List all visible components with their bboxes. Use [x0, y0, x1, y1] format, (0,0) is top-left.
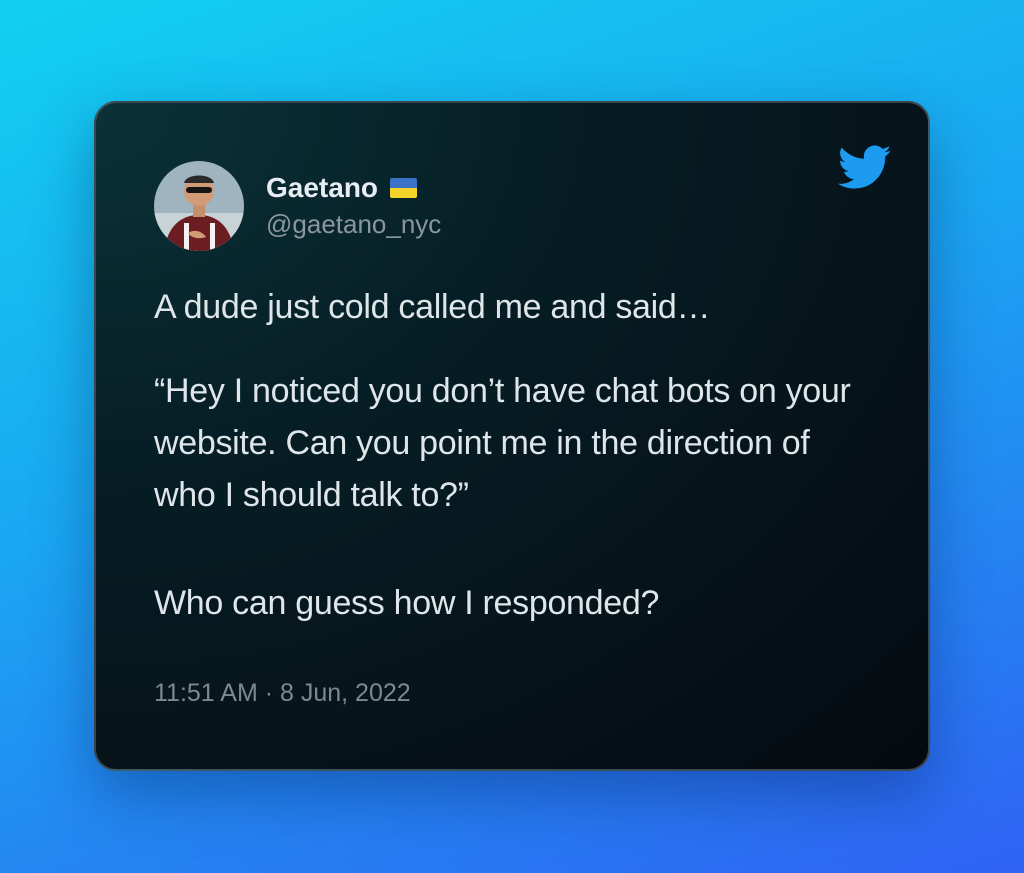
twitter-bird-icon[interactable] [837, 145, 892, 191]
tweet-paragraph: “Hey I noticed you don’t have chat bots … [154, 372, 851, 514]
avatar[interactable] [154, 161, 244, 251]
author-name[interactable]: Gaetano [266, 171, 378, 205]
tweet-paragraph: A dude just cold called me and said… [154, 288, 711, 326]
ukraine-flag-icon [390, 178, 418, 198]
author-handle[interactable]: @gaetano_nyc [266, 208, 441, 240]
tweet-card: Gaetano @gaetano_nyc A dude just cold ca… [94, 101, 930, 771]
tweet-timestamp[interactable]: 11:51 AM · 8 Jun, 2022 [154, 677, 411, 709]
author-name-row: Gaetano [266, 171, 418, 205]
tweet-paragraph: Who can guess how I responded? [154, 584, 660, 622]
